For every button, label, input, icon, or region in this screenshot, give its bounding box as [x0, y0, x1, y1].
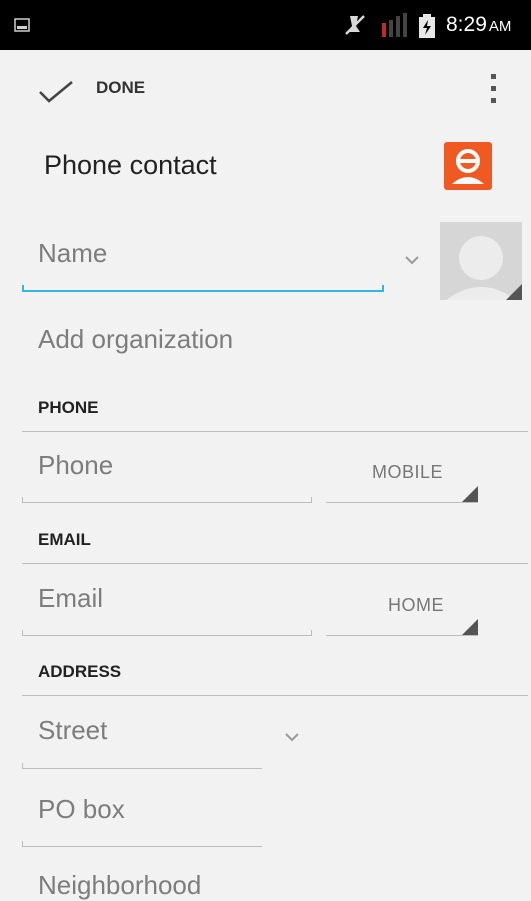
email-section-divider: [22, 563, 528, 564]
email-type-spinner[interactable]: HOME: [388, 595, 444, 616]
street-field[interactable]: Street: [38, 715, 107, 746]
address-expand-icon[interactable]: [284, 732, 300, 742]
po-box-field[interactable]: PO box: [38, 794, 125, 825]
default-avatar-icon: [446, 236, 522, 300]
screenshot-notification-icon: [14, 18, 30, 32]
phone-field[interactable]: Phone: [38, 450, 113, 481]
address-section-divider: [22, 695, 528, 696]
done-button[interactable]: DONE: [96, 78, 145, 98]
mute-icon: [345, 15, 365, 35]
add-organization-button[interactable]: Add organization: [38, 324, 233, 355]
phone-type-spinner[interactable]: MOBILE: [372, 462, 443, 483]
overflow-menu-icon[interactable]: [490, 72, 498, 106]
clock: 8:29 AM: [446, 13, 511, 37]
address-section-header: ADDRESS: [38, 662, 122, 681]
name-underline-tick-right: [382, 285, 384, 291]
done-check-icon[interactable]: [38, 80, 74, 104]
email-type-dropdown-icon[interactable]: [462, 619, 478, 635]
signal-icon: [382, 13, 407, 37]
clock-time: 8:29: [446, 13, 487, 36]
po-box-underline-tick: [22, 841, 23, 846]
action-bar: [0, 50, 531, 130]
street-underline-tick: [22, 763, 23, 768]
phone-underline-tick-left: [22, 497, 23, 502]
phone-section-divider: [22, 431, 528, 432]
email-underline-tick-right: [311, 630, 312, 635]
phone-underline-tick-right: [311, 497, 312, 502]
account-icon: [444, 142, 492, 190]
email-field-underline: [22, 635, 312, 636]
clock-ampm: AM: [488, 18, 512, 35]
name-field-underline: [22, 290, 384, 292]
email-type-underline: [326, 635, 478, 636]
phone-type-dropdown-icon[interactable]: [462, 486, 478, 502]
account-title: Phone contact: [44, 150, 217, 180]
email-field[interactable]: Email: [38, 583, 103, 614]
po-box-field-underline: [22, 846, 262, 847]
phone-field-underline: [22, 502, 312, 503]
contact-photo[interactable]: [440, 222, 522, 300]
battery-charging-icon: [419, 14, 435, 38]
status-bar: 8:29 AM: [0, 0, 531, 50]
phone-type-underline: [326, 502, 478, 503]
street-field-underline: [22, 768, 262, 769]
name-underline-tick-left: [22, 285, 24, 291]
name-expand-icon[interactable]: [404, 255, 420, 265]
email-underline-tick-left: [22, 630, 23, 635]
phone-section-header: PHONE: [38, 398, 99, 417]
email-section-header: EMAIL: [38, 530, 91, 549]
name-field[interactable]: Name: [38, 238, 107, 269]
